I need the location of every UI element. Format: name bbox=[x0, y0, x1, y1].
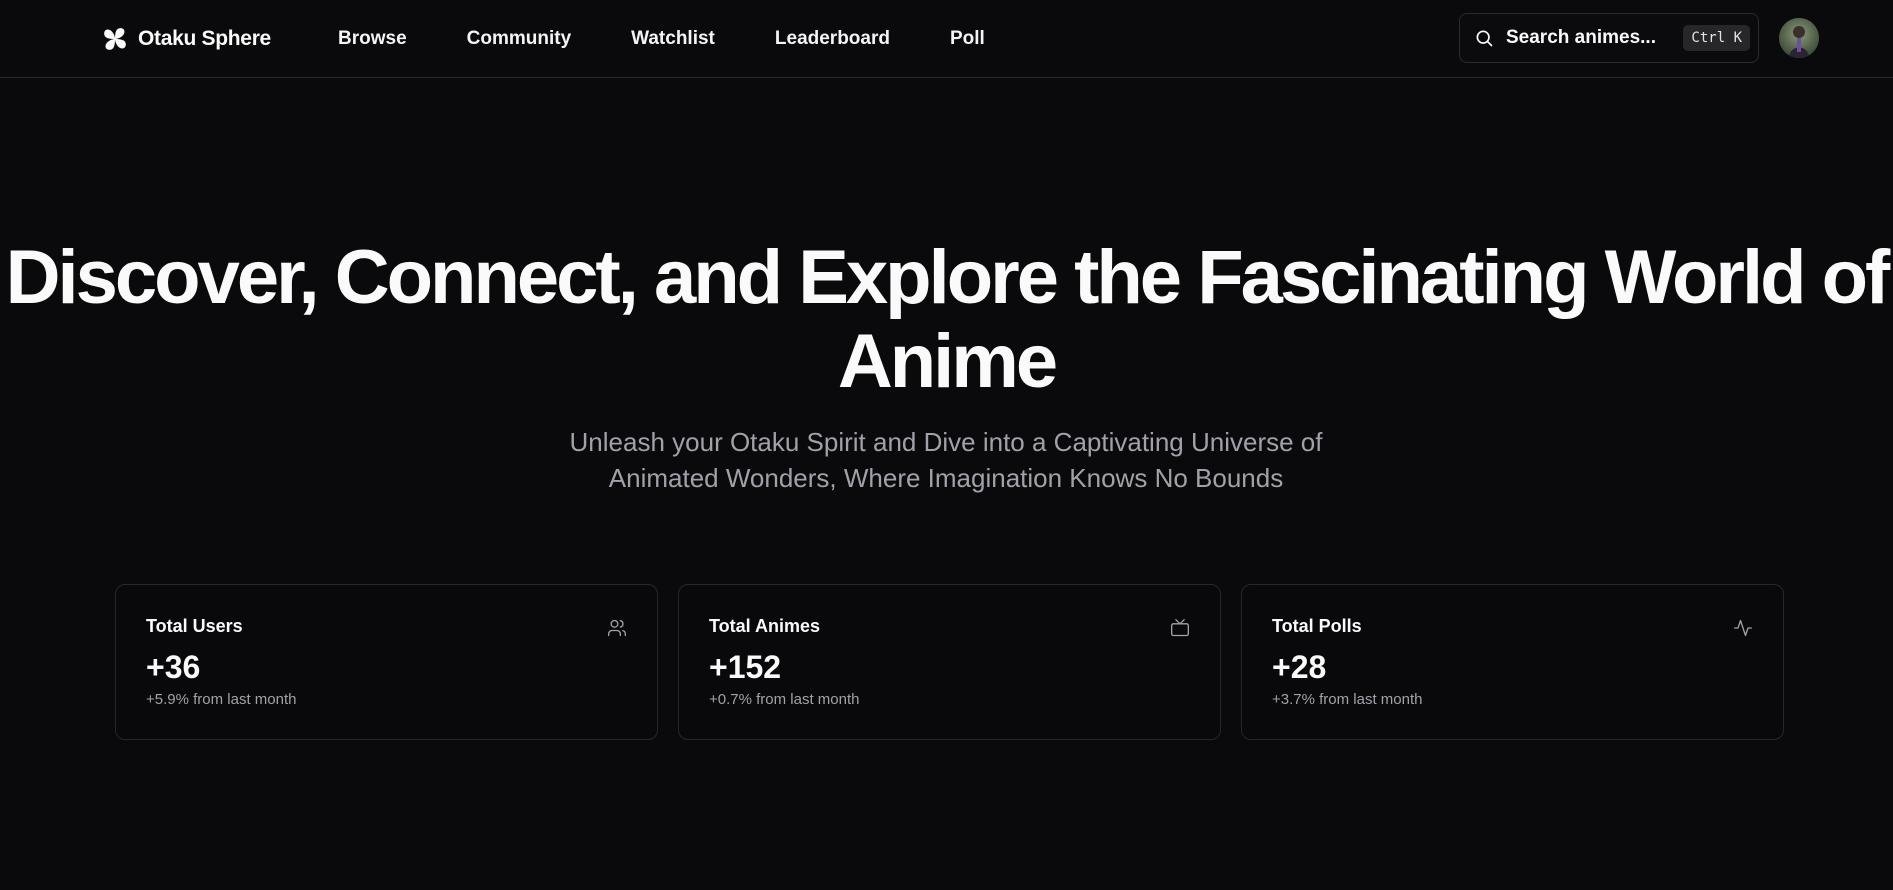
main-nav: Browse Community Watchlist Leaderboard P… bbox=[338, 24, 985, 54]
stat-value: +28 bbox=[1272, 649, 1327, 685]
stat-label: Total Users bbox=[146, 616, 243, 636]
search-box[interactable]: Ctrl K bbox=[1459, 13, 1759, 63]
nav-link-community[interactable]: Community bbox=[467, 28, 572, 50]
stat-change: +0.7% from last month bbox=[709, 691, 860, 708]
tv-icon bbox=[1171, 619, 1189, 637]
nav-link-poll[interactable]: Poll bbox=[950, 28, 985, 50]
stat-label: Total Animes bbox=[709, 616, 821, 636]
users-icon bbox=[608, 619, 627, 637]
avatar-image bbox=[1779, 18, 1819, 58]
stat-card-total-users: Total Users +36 +5.9% from last month bbox=[115, 584, 658, 740]
stat-card-total-polls: Total Polls +28 +3.7% from last month bbox=[1241, 584, 1784, 740]
hero-title: Discover, Connect, and Explore the Fasci… bbox=[5, 235, 1891, 404]
search-shortcut-badge: Ctrl K bbox=[1683, 25, 1750, 51]
user-avatar[interactable] bbox=[1779, 18, 1819, 58]
stat-value: +152 bbox=[709, 649, 782, 685]
hero-subtitle: Unleash your Otaku Spirit and Dive into … bbox=[569, 427, 1323, 493]
search-input[interactable] bbox=[1504, 26, 1684, 50]
pinwheel-logo-icon bbox=[104, 28, 126, 50]
activity-icon bbox=[1734, 619, 1752, 637]
nav-link-leaderboard[interactable]: Leaderboard bbox=[775, 28, 890, 50]
site-header: Otaku Sphere Browse Community Watchlist … bbox=[0, 0, 1893, 78]
stat-change: +5.9% from last month bbox=[146, 691, 297, 708]
brand[interactable]: Otaku Sphere bbox=[102, 24, 271, 54]
stat-change: +3.7% from last month bbox=[1272, 691, 1423, 708]
brand-name: Otaku Sphere bbox=[138, 27, 271, 50]
stats-section: Total Users +36 +5.9% from last month To… bbox=[115, 584, 1785, 740]
stat-label: Total Polls bbox=[1272, 616, 1362, 636]
search-icon bbox=[1476, 30, 1493, 47]
nav-link-watchlist[interactable]: Watchlist bbox=[631, 28, 715, 50]
stat-value: +36 bbox=[146, 649, 201, 685]
nav-link-browse[interactable]: Browse bbox=[338, 28, 407, 50]
stat-card-total-animes: Total Animes +152 +0.7% from last month bbox=[678, 584, 1221, 740]
